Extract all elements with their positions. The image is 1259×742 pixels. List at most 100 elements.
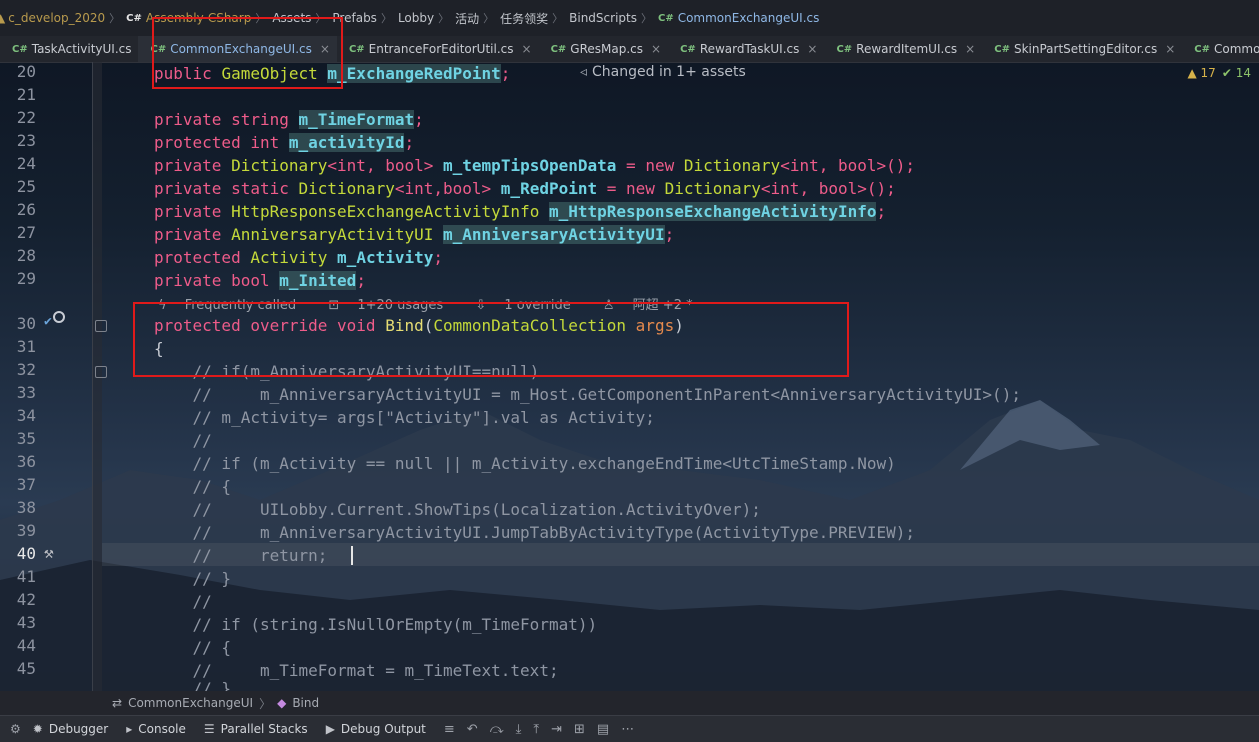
- line-number: 32: [16, 360, 36, 379]
- debug-output-tab[interactable]: ▶ Debug Output: [326, 722, 426, 736]
- annotation-box-tab: [152, 17, 343, 89]
- line-number-gutter: 20 21 22 23 24 25 26 27 28 29 30 31 32 3…: [0, 62, 93, 691]
- tab-entranceforeditorutil[interactable]: C# EntranceForEditorUtil.cs ×: [337, 36, 539, 62]
- tab-rewardtaskui[interactable]: C# RewardTaskUI.cs ×: [668, 36, 824, 62]
- debug-toolbar: ⚙ ✹ Debugger ▸ Console ☰ Parallel Stacks ▶ D…: [0, 715, 1259, 742]
- step-into-icon[interactable]: ⤓: [516, 722, 522, 737]
- class-icon: ⇄: [112, 696, 123, 710]
- annotation-box-method: [133, 302, 849, 377]
- tab-taskactivityui[interactable]: C# TaskActivityUI.cs: [0, 36, 138, 62]
- line-number: 26: [16, 200, 36, 219]
- csharp-file-icon: C#: [348, 43, 365, 55]
- line-number: 22: [16, 108, 36, 127]
- line-number: 35: [16, 429, 36, 448]
- nav-class[interactable]: CommonExchangeUI: [128, 696, 253, 710]
- line-number: 21: [16, 85, 36, 104]
- parallel-stacks-tab[interactable]: ☰ Parallel Stacks: [204, 722, 308, 736]
- tab-commontask[interactable]: C#CommonTask: [1182, 36, 1259, 62]
- line-number: 30: [16, 314, 36, 333]
- fold-toggle-icon[interactable]: [95, 366, 107, 378]
- close-icon[interactable]: ×: [965, 42, 975, 56]
- settings-icon[interactable]: ⚙: [10, 722, 21, 736]
- csharp-file-icon: C#: [680, 43, 696, 55]
- nav-method[interactable]: Bind: [292, 696, 319, 710]
- inspection-counters[interactable]: ▲ 17 ✔ 14: [1187, 66, 1251, 80]
- code-navigation-breadcrumb: ⇄ CommonExchangeUI 〉 ◆ Bind: [0, 691, 1259, 715]
- breadcrumb-item-file[interactable]: C# CommonExchangeUI.cs: [658, 11, 819, 25]
- warning-icon: ▲: [1187, 66, 1197, 80]
- line-number: 20: [16, 62, 36, 81]
- close-icon[interactable]: ×: [807, 42, 817, 56]
- line-number: 38: [16, 498, 36, 517]
- implements-override-icon[interactable]: ✔: [44, 314, 52, 329]
- close-icon[interactable]: ×: [651, 42, 661, 56]
- debug-output-icon: ▶: [325, 722, 335, 736]
- code-line-33: // m_AnniversaryActivityUI = m_Host.GetC…: [154, 385, 1021, 404]
- console-icon: ▸: [126, 722, 133, 736]
- code-line-36: // if (m_Activity == null || m_Activity.…: [154, 454, 896, 473]
- code-line-34: // m_Activity= args["Activity"].val as A…: [154, 408, 655, 427]
- code-line-38: // UILobby.Current.ShowTips(Localization…: [154, 500, 761, 519]
- code-line-27: private AnniversaryActivityUI m_Annivers…: [154, 225, 675, 244]
- debugger-tab[interactable]: ✹ Debugger: [33, 722, 108, 736]
- list-icon[interactable]: ≡: [444, 722, 455, 737]
- code-line-40: // return;: [154, 546, 328, 565]
- code-line-25: private static Dictionary<int,bool> m_Re…: [154, 179, 896, 198]
- line-number: 23: [16, 131, 36, 150]
- folder-icon: ▲: [0, 11, 6, 25]
- more-icon[interactable]: ⋯: [621, 722, 634, 737]
- line-number: 34: [16, 406, 36, 425]
- line-number: 43: [16, 613, 36, 632]
- check-icon: ✔: [1221, 66, 1232, 80]
- frames-icon[interactable]: ▤: [597, 722, 609, 737]
- line-number: 42: [16, 590, 36, 609]
- run-to-cursor-icon[interactable]: ⇥: [551, 722, 562, 737]
- changed-in-assets-hint[interactable]: ◃ Changed in 1+ assets: [580, 64, 746, 80]
- code-line-37: // {: [154, 477, 232, 496]
- line-number: 33: [16, 383, 36, 402]
- code-line-23: protected int m_activityId;: [154, 133, 415, 152]
- console-tab[interactable]: ▸ Console: [126, 722, 186, 736]
- line-number: 44: [16, 636, 36, 655]
- line-number: 27: [16, 223, 36, 242]
- breadcrumb-item-lobby[interactable]: Lobby 〉: [398, 10, 455, 26]
- code-line-45: // m_TimeFormat = m_TimeText.text;: [154, 661, 559, 680]
- code-line-41: // }: [154, 569, 232, 588]
- tab-gresmap[interactable]: C# GResMap.cs ×: [539, 36, 669, 62]
- csharp-file-icon: C#: [836, 43, 853, 55]
- step-over-icon[interactable]: ⤼: [490, 722, 504, 737]
- code-line-26: private HttpResponseExchangeActivityInfo…: [154, 202, 887, 221]
- code-line-44: // {: [154, 638, 232, 657]
- csharp-project-icon: C#: [126, 12, 142, 24]
- breadcrumb-item-bindscripts[interactable]: BindScripts 〉: [569, 10, 658, 26]
- code-line-29: private bool m_Inited;: [154, 271, 366, 290]
- code-line-39: // m_AnniversaryActivityUI.JumpTabByActi…: [154, 523, 915, 542]
- close-icon[interactable]: ×: [1165, 42, 1175, 56]
- evaluate-icon[interactable]: ⊞: [574, 722, 585, 737]
- line-number: 37: [16, 475, 36, 494]
- code-line-24: private Dictionary<int, bool> m_tempTips…: [154, 156, 916, 175]
- link-icon: ◃: [580, 64, 588, 80]
- tab-skinpartsettingeditor[interactable]: C# SkinPartSettingEditor.cs ×: [982, 36, 1182, 62]
- line-number: 39: [16, 521, 36, 540]
- code-line-43: // if (string.IsNullOrEmpty(m_TimeFormat…: [154, 615, 598, 634]
- breadcrumb-item-task-reward[interactable]: 任务领奖〉: [500, 10, 569, 27]
- tab-rewarditemui[interactable]: C# RewardItemUI.cs ×: [824, 36, 982, 62]
- code-line-22: private string m_TimeFormat;: [154, 110, 424, 129]
- fold-toggle-icon[interactable]: [95, 320, 107, 332]
- step-out-icon[interactable]: ⤒: [533, 722, 539, 737]
- code-line-46: // }: [154, 682, 232, 691]
- close-icon[interactable]: ×: [522, 42, 532, 56]
- bug-icon: ✹: [32, 722, 43, 736]
- line-number: 29: [16, 269, 36, 288]
- line-number: 40: [16, 544, 36, 563]
- breadcrumb-item-solution[interactable]: ▲ c_develop_2020 〉: [0, 10, 126, 26]
- code-line-28: protected Activity m_Activity;: [154, 248, 444, 267]
- hammer-icon[interactable]: ⚒: [44, 543, 54, 562]
- text-cursor: [351, 546, 353, 565]
- step-back-icon[interactable]: ↶: [467, 722, 478, 737]
- breadcrumb-item-activity[interactable]: 活动〉: [455, 10, 500, 27]
- line-number: 24: [16, 154, 36, 173]
- csharp-file-icon: C#: [657, 12, 674, 24]
- override-marker-icon[interactable]: [53, 311, 65, 323]
